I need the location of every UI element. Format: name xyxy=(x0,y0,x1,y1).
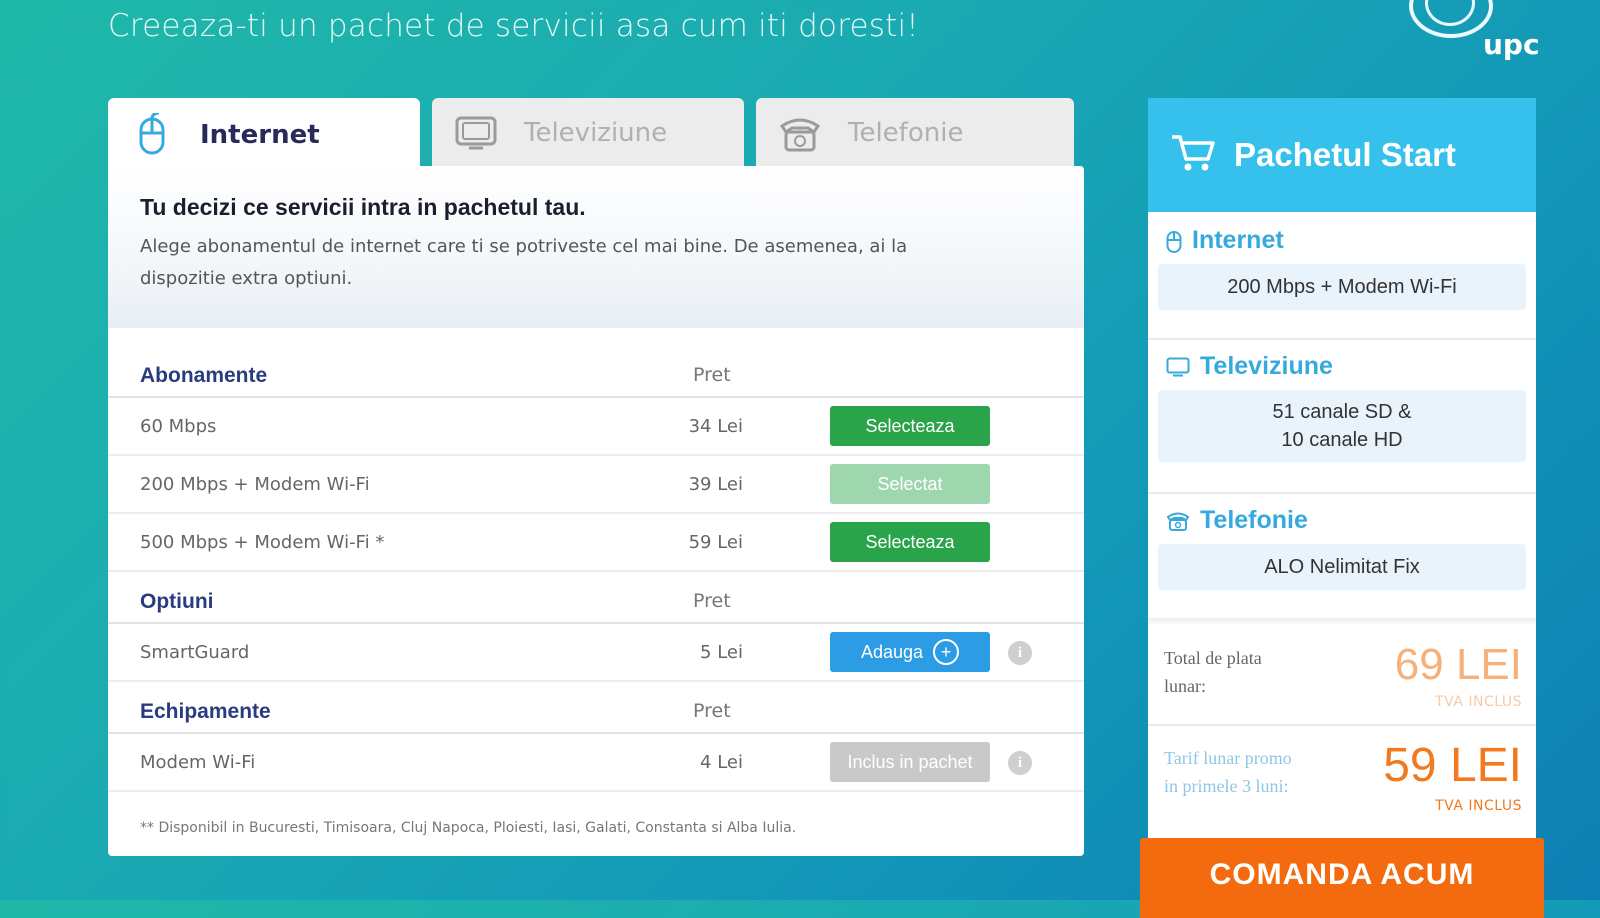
panel-header: Pachetul Start xyxy=(1148,98,1536,212)
config-card: Tu decizi ce servicii intra in pachetul … xyxy=(108,166,1084,856)
price-header: Pret xyxy=(693,700,731,722)
total-label: Total de plata lunar: xyxy=(1164,644,1262,700)
total-label-line: lunar: xyxy=(1164,676,1206,696)
option-price: 5 Lei xyxy=(700,642,743,663)
promo-block: Tarif lunar promo in primele 3 luni: 59 … xyxy=(1148,726,1536,836)
equipment-name: Modem Wi-Fi xyxy=(140,752,256,773)
equipment-price: 4 Lei xyxy=(700,752,743,773)
plus-circle-icon: + xyxy=(933,639,960,665)
panel-title: Pachetul Start xyxy=(1234,136,1456,173)
tab-televiziune[interactable]: Televiziune xyxy=(432,98,744,168)
price-header: Pret xyxy=(693,364,731,386)
section-title: Echipamente xyxy=(140,700,271,723)
plan-name: 60 Mbps xyxy=(140,416,217,437)
summary-internet-value: 200 Mbps + Modem Wi-Fi xyxy=(1158,264,1526,310)
tab-internet[interactable]: Internet xyxy=(108,98,420,172)
plan-name: 200 Mbps + Modem Wi-Fi xyxy=(140,474,370,495)
promo-price: 59 LEI xyxy=(1383,739,1522,792)
promo-label: Tarif lunar promo in primele 3 luni: xyxy=(1164,744,1292,800)
included-button: Inclus in pachet xyxy=(830,742,990,782)
total-label-line: Total de plata xyxy=(1164,648,1262,668)
section-title: Optiuni xyxy=(140,590,214,613)
intro-title: Tu decizi ce servicii intra in pachetul … xyxy=(140,194,586,220)
tv-value-line: 10 canale HD xyxy=(1281,429,1403,451)
page-headline: Creeaza-ti un pachet de servicii asa cum… xyxy=(108,8,919,44)
mouse-icon xyxy=(130,113,174,157)
intro-block: Tu decizi ce servicii intra in pachetul … xyxy=(108,166,1084,328)
tva-label: TVA INCLUS xyxy=(1435,694,1522,710)
summary-heading-label: Telefonie xyxy=(1200,506,1308,534)
selected-button[interactable]: Selectat xyxy=(830,464,990,504)
availability-footnote: ** Disponibil in Bucuresti, Timisoara, C… xyxy=(140,820,797,836)
section-title: Abonamente xyxy=(140,364,268,387)
summary-heading-label: Internet xyxy=(1192,226,1284,254)
info-icon[interactable]: i xyxy=(1008,641,1032,665)
summary-internet: Internet 200 Mbps + Modem Wi-Fi xyxy=(1148,212,1536,336)
table-row: 200 Mbps + Modem Wi-Fi 39 Lei Selectat xyxy=(108,456,1084,514)
logo-text: upc xyxy=(1483,28,1540,61)
summary-heading: Televiziune xyxy=(1166,352,1333,381)
summary-phone: Telefonie ALO Nelimitat Fix xyxy=(1148,494,1536,618)
tab-label: Televiziune xyxy=(524,118,668,148)
price-header: Pret xyxy=(693,590,731,612)
phone-icon xyxy=(778,114,822,152)
summary-phone-value: ALO Nelimitat Fix xyxy=(1158,544,1526,590)
order-now-button[interactable]: COMANDA ACUM xyxy=(1140,838,1544,918)
tv-icon xyxy=(1166,357,1190,377)
tab-telefonie[interactable]: Telefonie xyxy=(756,98,1074,168)
plan-name: 500 Mbps + Modem Wi-Fi * xyxy=(140,532,385,553)
table-row: Modem Wi-Fi 4 Lei Inclus in pachet i xyxy=(108,734,1084,792)
section-abonamente: Abonamente Pret xyxy=(108,346,1084,398)
tv-value-line: 51 canale SD & xyxy=(1272,401,1412,423)
summary-tv-value: 51 canale SD & 10 canale HD xyxy=(1158,390,1526,462)
service-tabs: Internet Televiziune Telefonie xyxy=(108,98,1084,172)
summary-heading: Telefonie xyxy=(1166,506,1308,535)
section-optiuni: Optiuni Pret xyxy=(108,572,1084,624)
mouse-icon xyxy=(1166,228,1182,254)
tab-label: Telefonie xyxy=(848,118,964,148)
upc-logo[interactable]: upc xyxy=(1395,0,1540,70)
add-button-label: Adauga xyxy=(860,641,924,662)
promo-label-line: Tarif lunar promo xyxy=(1164,748,1292,768)
total-price: 69 LEI xyxy=(1394,640,1522,689)
plan-price: 34 Lei xyxy=(688,416,743,437)
option-name: SmartGuard xyxy=(140,642,250,663)
select-button[interactable]: Selecteaza xyxy=(830,406,990,446)
section-echipamente: Echipamente Pret xyxy=(108,682,1084,734)
intro-text: Alege abonamentul de internet care ti se… xyxy=(140,236,908,289)
summary-tv: Televiziune 51 canale SD & 10 canale HD xyxy=(1148,340,1536,490)
tab-label: Internet xyxy=(200,120,320,150)
table-row: 500 Mbps + Modem Wi-Fi * 59 Lei Selectea… xyxy=(108,514,1084,572)
summary-heading-label: Televiziune xyxy=(1200,352,1333,380)
table-row: 60 Mbps 34 Lei Selecteaza xyxy=(108,398,1084,456)
phone-icon xyxy=(1166,510,1190,532)
summary-heading: Internet xyxy=(1166,226,1284,255)
add-button[interactable]: Adauga + xyxy=(830,632,990,672)
plan-price: 59 Lei xyxy=(688,532,743,553)
package-summary-panel: Pachetul Start Internet 200 Mbps + Modem… xyxy=(1148,98,1536,858)
tva-label: TVA INCLUS xyxy=(1435,798,1522,814)
plan-price: 39 Lei xyxy=(688,474,743,495)
select-button[interactable]: Selecteaza xyxy=(830,522,990,562)
table-row: SmartGuard 5 Lei Adauga + i xyxy=(108,624,1084,682)
total-block: Total de plata lunar: 69 LEI TVA INCLUS xyxy=(1148,624,1536,724)
promo-label-line: in primele 3 luni: xyxy=(1164,776,1289,796)
tv-icon xyxy=(454,116,498,150)
info-icon[interactable]: i xyxy=(1008,751,1032,775)
cart-icon xyxy=(1170,133,1216,177)
